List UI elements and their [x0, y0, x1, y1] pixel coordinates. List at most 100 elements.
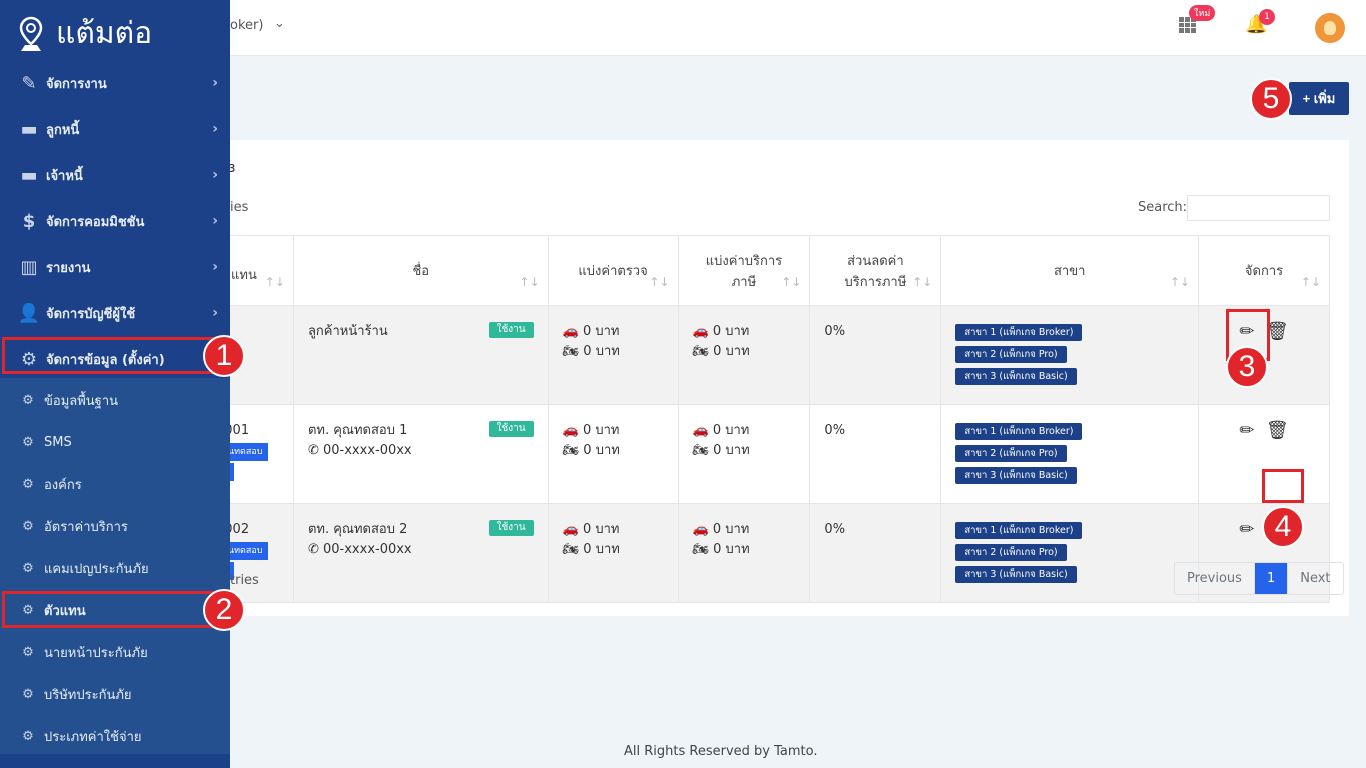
agent-phone: 00-xxxx-00xx — [323, 443, 412, 458]
page-1-button[interactable]: 1 — [1254, 563, 1289, 594]
gear-icon: ⚙ — [22, 644, 34, 660]
sidebar-subitem-0[interactable]: ⚙ ข้อมูลพื้นฐาน — [0, 379, 230, 421]
footer-text: All Rights Reserved by Tamto. — [624, 744, 818, 759]
sidebar-item-label: รายงาน — [46, 260, 91, 276]
sidebar-item-label: จัดการงาน — [46, 76, 107, 92]
annotation-box-1 — [2, 337, 232, 374]
sidebar-subitem-8[interactable]: ⚙ ประเภทค่าใช้จ่าย — [0, 715, 230, 757]
pagination: Previous 1 Next — [1174, 562, 1344, 595]
chevron-right-icon: › — [212, 305, 218, 321]
edit-pencil-icon[interactable]: ✏ — [1239, 420, 1254, 441]
sidebar-item-0[interactable]: ✎ จัดการงาน › — [0, 62, 230, 104]
status-badge: ใช้งาน — [488, 421, 534, 437]
next-button[interactable]: Next — [1288, 563, 1342, 594]
sidebar-item-label: ลูกหนี้ — [46, 122, 80, 138]
sidebar-subitem-label: ประเภทค่าใช้จ่าย — [44, 729, 142, 745]
sidebar-subitem-label: บริษัทประกันภัย — [44, 687, 132, 703]
branch-badge: สาขา 3 (แพ็กเกจ Basic) — [955, 467, 1077, 484]
cell-discount: 0% — [809, 305, 942, 405]
sidebar-subitem-label: ข้อมูลพื้นฐาน — [44, 393, 119, 409]
chevron-down-icon[interactable]: ⌄ — [274, 16, 285, 31]
chevron-right-icon: › — [212, 121, 218, 137]
sidebar-subitem-3[interactable]: ⚙ อัตราค่าบริการ — [0, 505, 230, 547]
sidebar-item-label: เจ้าหนี้ — [46, 168, 83, 184]
sidebar-item-2[interactable]: ▬ เจ้าหนี้ › — [0, 154, 230, 196]
phone-icon: ✆ — [307, 542, 319, 557]
sidebar-subitem-7[interactable]: ⚙ บริษัทประกันภัย — [0, 673, 230, 715]
status-badge: ใช้งาน — [488, 322, 534, 338]
brand-logo[interactable]: แต้มต่อ — [18, 10, 152, 57]
gear-icon: ⚙ — [22, 518, 34, 534]
notification-count: 1 — [1259, 9, 1275, 25]
cell-name: ใช้งาน ลูกค้าหน้าร้าน — [292, 305, 549, 405]
sidebar-item-3[interactable]: $ จัดการคอมมิชชัน › — [0, 200, 230, 242]
cell-exam-share: 🚗 0 บาท 🏍 0 บาท — [547, 503, 679, 603]
agent-phone: 00-xxxx-00xx — [323, 542, 412, 557]
branch-badge: สาขา 1 (แพ็กเกจ Broker) — [955, 423, 1083, 440]
sidebar-subitem-4[interactable]: ⚙ แคมเปญประกันภัย — [0, 547, 230, 589]
edit-icon: ✎ — [21, 72, 37, 94]
user-plus-icon: 👤 — [17, 302, 41, 324]
avatar[interactable] — [1315, 13, 1345, 43]
search-label: Search: — [1138, 200, 1188, 215]
add-button[interactable]: + เพิ่ม — [1289, 82, 1349, 115]
annotation-number: 2 — [203, 589, 245, 631]
sidebar-subitem-label: แคมเปญประกันภัย — [44, 561, 149, 577]
motorcycle-icon: 🏍 — [562, 542, 580, 557]
sidebar-subitem-label: องค์กร — [44, 477, 82, 493]
sidebar-item-5[interactable]: 👤 จัดการบัญชีผู้ใช้ › — [0, 292, 230, 334]
branch-badge: สาขา 2 (แพ็กเกจ Pro) — [955, 544, 1067, 561]
cell-exam-share: 🚗 0 บาท 🏍 0 บาท — [547, 305, 679, 405]
sidebar-subitem-6[interactable]: ⚙ นายหน้าประกันภัย — [0, 631, 230, 673]
entries-info-fragment: tries — [230, 573, 259, 588]
search-input[interactable] — [1187, 195, 1330, 221]
chevron-right-icon: › — [212, 167, 218, 183]
gear-icon: ⚙ — [22, 392, 34, 408]
table-row: 0001ทนทดสอบ1 ใช้งานตท. คุณทดสอบ 1✆ 00-xx… — [40, 404, 1330, 504]
car-icon: 🚗 — [692, 324, 709, 339]
gear-icon: ⚙ — [22, 728, 34, 744]
col-header-discount[interactable]: ส่วนลดค่าบริการภาษี ↑↓ — [809, 235, 942, 306]
apps-new-badge: ใหม่ — [1189, 5, 1216, 21]
col-header-service-share[interactable]: แบ่งค่าบริการภาษี ↑↓ — [677, 235, 811, 306]
chevron-right-icon: › — [212, 259, 218, 275]
account-selector[interactable]: oker) — [230, 18, 263, 33]
annotation-number: 5 — [1250, 78, 1292, 120]
gear-icon: ⚙ — [22, 686, 34, 702]
chevron-right-icon: › — [212, 75, 218, 91]
cell-branches: สาขา 1 (แพ็กเกจ Broker) สาขา 2 (แพ็กเกจ P… — [940, 503, 1200, 603]
sidebar-subitem-2[interactable]: ⚙ องค์กร — [0, 463, 230, 505]
trash-icon[interactable]: 🗑 — [1266, 420, 1289, 441]
motorcycle-icon: 🏍 — [562, 443, 580, 458]
map-pin-icon — [19, 16, 43, 51]
sidebar-item-label: จัดการบัญชีผู้ใช้ — [46, 306, 136, 322]
chevron-right-icon: › — [212, 213, 218, 229]
agents-table: แทน ↑↓ ชื่อ ↑↓ แบ่งค่าตรวจ ↑↓ แบ่งค่าบริการ… — [40, 235, 1330, 603]
previous-button[interactable]: Previous — [1175, 563, 1255, 594]
branch-badge: สาขา 1 (แพ็กเกจ Broker) — [955, 522, 1083, 539]
car-icon: 🚗 — [692, 522, 709, 537]
phone-icon: ✆ — [307, 443, 319, 458]
cell-branches: สาขา 1 (แพ็กเกจ Broker) สาขา 2 (แพ็กเกจ P… — [940, 305, 1200, 405]
motorcycle-icon: 🏍 — [692, 443, 710, 458]
annotation-number: 1 — [203, 335, 245, 377]
col-header-branch[interactable]: สาขา ↑↓ — [940, 235, 1200, 306]
sidebar-subitem-1[interactable]: ⚙ SMS — [0, 421, 230, 463]
branch-badge: สาขา 1 (แพ็กเกจ Broker) — [955, 324, 1083, 341]
sidebar-item-1[interactable]: ▬ ลูกหนี้ › — [0, 108, 230, 150]
sidebar-item-4[interactable]: ▥ รายงาน › — [0, 246, 230, 288]
money-icon: $ — [22, 210, 36, 232]
sidebar-subitem-label: อัตราค่าบริการ — [44, 519, 128, 535]
gear-icon: ⚙ — [22, 476, 34, 492]
status-badge: ใช้งาน — [488, 520, 534, 536]
col-header-name[interactable]: ชื่อ ↑↓ — [292, 235, 549, 306]
show-entries-fragment: ies — [230, 200, 249, 215]
motorcycle-icon: 🏍 — [562, 344, 580, 359]
cell-name: ใช้งาน ตท. คุณทดสอบ 2 ✆ 00-xxxx-00xx — [292, 503, 549, 603]
sidebar: แต้มต่อ ✎ จัดการงาน › ▬ ลูกหนี้ › ▬ เจ้าหนี้ › $ จ… — [0, 0, 230, 768]
edit-pencil-icon[interactable]: ✏ — [1239, 519, 1254, 540]
col-header-exam-share[interactable]: แบ่งค่าตรวจ ↑↓ — [547, 235, 679, 306]
cell-branches: สาขา 1 (แพ็กเกจ Broker) สาขา 2 (แพ็กเกจ P… — [940, 404, 1200, 504]
cell-exam-share: 🚗 0 บาท 🏍 0 บาท — [547, 404, 679, 504]
col-header-actions[interactable]: จัดการ ↑↓ — [1198, 235, 1330, 306]
